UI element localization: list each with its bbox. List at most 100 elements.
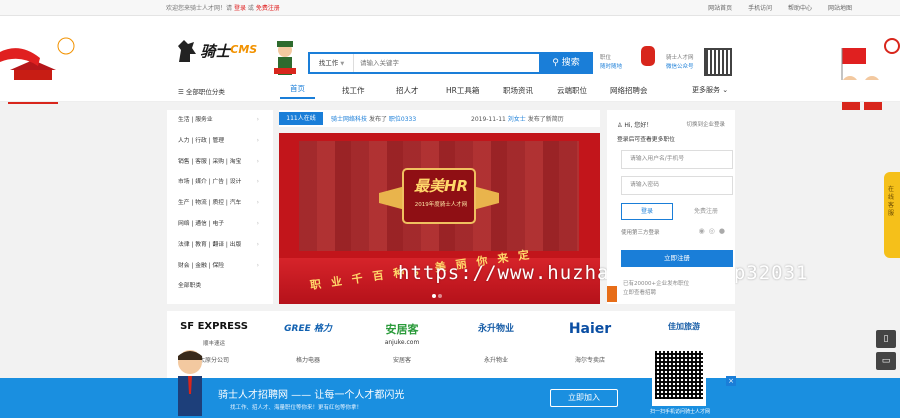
chevron-right-icon: › — [256, 116, 259, 123]
mini-program-info[interactable]: 职位 随时随地 — [600, 54, 622, 72]
register-link[interactable]: 免费注册 — [256, 5, 280, 12]
lantern-icon — [641, 46, 655, 66]
mobile-icon[interactable]: ▯ — [876, 330, 896, 348]
register-button[interactable]: 免费注册 — [679, 203, 733, 220]
login-note-line2[interactable]: 立即查看招聘 — [623, 289, 689, 298]
partner-logo-jiajia: 佳加旅游 — [668, 322, 700, 331]
login-button[interactable]: 登录 — [621, 203, 673, 220]
mobile-link[interactable]: 手机访问 — [748, 5, 772, 12]
banner-title: 最美HR — [413, 177, 469, 195]
wechat-public-info[interactable]: 骑士人才网 微信公众号 — [666, 54, 694, 72]
chevron-right-icon: › — [256, 219, 259, 227]
nav-news[interactable]: 职场资讯 — [503, 85, 533, 96]
username-field[interactable]: 请输入用户名/手机号 — [621, 150, 733, 169]
sidebar-item[interactable]: 生活 | 服务业 › — [167, 110, 273, 131]
partner-caption: 海尔专卖店 — [574, 357, 605, 364]
nav-hr-tools[interactable]: HR工具箱 — [446, 85, 479, 96]
close-icon[interactable]: × — [726, 376, 736, 386]
login-note: 已有20000+企业发布职位 立即查看招聘 — [623, 280, 689, 298]
chevron-right-icon: › — [256, 261, 259, 269]
partner-item[interactable]: Haier 海尔专卖店 — [543, 311, 637, 381]
carousel-dot[interactable] — [438, 294, 442, 298]
partner-item[interactable]: GREE 格力 格力电器 — [261, 311, 355, 381]
all-categories-button[interactable]: ☰ 全部职位分类 — [178, 86, 225, 96]
ticker-date: 2019-11-11 — [471, 116, 506, 123]
qq-icon[interactable]: ◉ — [699, 227, 705, 235]
home-link[interactable]: 网站首页 — [708, 5, 732, 12]
sidebar-item[interactable]: 生产 | 物流 | 质控 | 汽车 › — [167, 193, 273, 214]
sidebar-item[interactable]: 财会 | 金融 | 保险 › — [167, 256, 273, 277]
qr-pattern — [655, 351, 703, 399]
help-link[interactable]: 帮助中心 — [788, 5, 812, 12]
sidebar-item-all[interactable]: 全部职类 — [167, 276, 273, 297]
banner-subtitle: 2019年度骑士人才网 — [414, 202, 468, 208]
ticker-message[interactable]: 骑士网络科技 发布了 职位0333 — [331, 114, 416, 123]
promo-bar: 骑士人才招聘网 —— 让每一个人才都闪光 找工作、招人才、海量职位等你来！更有红… — [0, 348, 900, 418]
user-icon: ♙ — [617, 122, 623, 129]
sidebar-item[interactable]: 市场 | 媒介 | 广告 | 设计 › — [167, 172, 273, 193]
sidebar-item-label: 全部职类 — [178, 283, 202, 290]
sidebar-item[interactable]: 人力 | 行政 | 管理 › — [167, 131, 273, 152]
login-panel: ♙ Hi, 您好！ 切换到企业登录 登录后可查看更多职位 请输入用户名/手机号 … — [607, 110, 735, 304]
partner-caption: 格力电器 — [295, 357, 320, 364]
switch-enterprise-link[interactable]: 切换到企业登录 — [686, 120, 725, 128]
post-job-button[interactable]: 立即注册 — [621, 250, 733, 267]
nav-cloud-jobs[interactable]: 云端职位 — [557, 85, 587, 96]
brand-suffix: CMS — [230, 43, 258, 56]
sidebar-item-label: 财会 | 金融 | 保险 — [178, 262, 225, 269]
nav-find-job[interactable]: 找工作 — [342, 85, 365, 96]
partner-logos: SF EXPRESS 顺丰速运 太原分公司 GREE 格力 格力电器 安居客 a… — [167, 311, 735, 381]
search-bar: 找工作 ▼ ⚲ 搜索 — [308, 52, 593, 74]
password-field[interactable]: 请输入密码 — [621, 176, 733, 195]
partner-logo-anjuke: 安居客 — [385, 323, 419, 336]
partner-logo-sf: SF EXPRESS — [180, 321, 248, 332]
join-now-button[interactable]: 立即加入 — [550, 389, 618, 407]
weibo-icon[interactable]: ● — [719, 227, 725, 235]
online-service-label: 在线客服 — [888, 186, 895, 217]
chevron-down-icon: ▼ — [340, 61, 345, 67]
nav-find-talent[interactable]: 招人才 — [396, 85, 419, 96]
nav-home[interactable]: 首页 — [280, 83, 315, 99]
site-logo[interactable]: 骑士CMS — [176, 38, 257, 64]
activity-ticker: 111人在线 骑士网络科技 发布了 职位0333 2019-11-11 刘女士 … — [279, 110, 600, 127]
mini-line1: 职位 — [600, 55, 612, 61]
sidebar-item-label: 生活 | 服务业 — [178, 117, 213, 123]
sidebar-item-label: 生产 | 物流 | 质控 | 汽车 — [178, 200, 242, 207]
promo-subtext: 找工作、招人才、海量职位等你来！更有红包等你拿！ — [230, 405, 363, 411]
mini-line2: 随时随地 — [600, 64, 623, 70]
nav-more-services[interactable]: 更多服务 ⌄ — [692, 85, 728, 95]
sidebar-item-label: 法律 | 教育 | 翻译 | 出版 — [178, 241, 242, 248]
ticker-message[interactable]: 2019-11-11 刘女士 发布了新简历 — [471, 114, 564, 123]
qr-code-icon — [704, 48, 732, 76]
top-links: 网站首页 手机访问 帮助中心 网站地图 — [694, 3, 852, 12]
brand-name: 骑士 — [200, 42, 231, 61]
nav-job-fair[interactable]: 网络招聘会 — [610, 85, 648, 96]
watermark-url: https://www.huzhan.com/ishop32031 — [398, 262, 809, 284]
promo-qr-code-icon — [652, 348, 706, 406]
sidebar-item[interactable]: 网络 | 通信 | 电子 › — [167, 214, 273, 235]
pub-label: 骑士人才网 — [666, 55, 694, 61]
search-type-select[interactable]: 找工作 ▼ — [310, 54, 354, 72]
login-link[interactable]: 登录 — [234, 5, 246, 12]
mascot-man-icon — [178, 350, 202, 416]
ticker-action: 发布了新简历 — [527, 116, 564, 123]
sitemap-link[interactable]: 网站地图 — [828, 5, 852, 12]
knight-horse-icon — [178, 40, 196, 62]
sidebar-item[interactable]: 销售 | 客服 | 采购 | 淘宝 › — [167, 152, 273, 173]
partner-item[interactable]: 安居客 anjuke.com 安居客 — [355, 311, 449, 381]
red-accent-bar — [607, 286, 617, 302]
partner-item[interactable]: 永升物业 永升物业 — [449, 311, 543, 381]
sidebar-item[interactable]: 法律 | 教育 | 翻译 | 出版 › — [167, 235, 273, 256]
promo-headline: 骑士人才招聘网 —— 让每一个人才都闪光 — [218, 390, 405, 401]
or-text: 或 — [247, 5, 254, 12]
search-icon: ⚲ — [552, 58, 559, 68]
online-count-badge: 111人在线 — [279, 112, 323, 125]
chevron-right-icon: › — [256, 136, 259, 144]
pub-line: 微信公众号 — [666, 64, 694, 70]
search-button[interactable]: ⚲ 搜索 — [539, 52, 593, 74]
online-service-tab[interactable]: 在线客服 — [884, 172, 900, 258]
carousel-dot[interactable] — [432, 294, 436, 298]
search-input[interactable] — [360, 56, 538, 70]
wechat-icon[interactable]: ◎ — [709, 227, 715, 235]
chat-icon[interactable]: ▭ — [876, 352, 896, 370]
